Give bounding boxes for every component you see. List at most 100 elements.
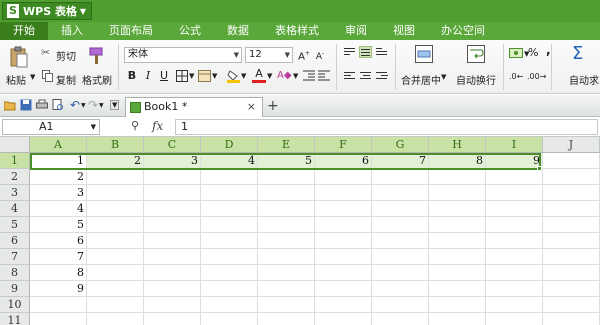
column-header-f[interactable]: F	[315, 137, 372, 153]
cell-h1[interactable]: 8	[429, 153, 486, 169]
cell-i1[interactable]: 9	[486, 153, 543, 169]
open-folder-icon[interactable]	[4, 99, 16, 111]
cell-e1[interactable]: 5	[258, 153, 315, 169]
currency-icon[interactable]	[509, 47, 523, 59]
cell-c2[interactable]	[144, 169, 201, 185]
italic-button[interactable]: I	[141, 69, 155, 83]
cell-h3[interactable]	[429, 185, 486, 201]
cell-i4[interactable]	[486, 201, 543, 217]
font-color-icon[interactable]: A	[252, 67, 266, 83]
cell-c9[interactable]	[144, 281, 201, 297]
align-top-icon[interactable]	[343, 46, 356, 58]
column-header-e[interactable]: E	[258, 137, 315, 153]
cell-j1[interactable]	[543, 153, 600, 169]
comma-button[interactable]: ,	[546, 43, 551, 57]
cell-f8[interactable]	[315, 265, 372, 281]
cell-g5[interactable]	[372, 217, 429, 233]
cell-c4[interactable]	[144, 201, 201, 217]
cell-f2[interactable]	[315, 169, 372, 185]
cell-f4[interactable]	[315, 201, 372, 217]
undo-icon[interactable]: ↶	[70, 98, 80, 112]
row-header-1[interactable]: 1	[0, 153, 30, 169]
cell-i5[interactable]	[486, 217, 543, 233]
print-preview-icon[interactable]	[52, 99, 64, 111]
zoom-magnifier-icon[interactable]: ⚲	[131, 119, 139, 132]
align-right-icon[interactable]	[375, 70, 388, 82]
cell-i10[interactable]	[486, 297, 543, 313]
tab-office-space[interactable]: 办公空间	[428, 22, 498, 40]
chevron-down-icon[interactable]: ▼	[293, 72, 298, 80]
fill-handle[interactable]	[537, 166, 542, 171]
row-header-3[interactable]: 3	[0, 185, 30, 201]
app-menu-button[interactable]: S WPS 表格 ▼	[2, 2, 92, 20]
cell-j11[interactable]	[543, 313, 600, 325]
column-header-b[interactable]: B	[87, 137, 144, 153]
cell-b8[interactable]	[87, 265, 144, 281]
tab-table-style[interactable]: 表格样式	[262, 22, 332, 40]
cell-i6[interactable]	[486, 233, 543, 249]
cell-d11[interactable]	[201, 313, 258, 325]
column-header-h[interactable]: H	[429, 137, 486, 153]
tab-view[interactable]: 视图	[380, 22, 428, 40]
cell-f9[interactable]	[315, 281, 372, 297]
name-box[interactable]: A1 ▼	[2, 119, 100, 135]
column-header-a[interactable]: A	[30, 137, 87, 153]
cell-j3[interactable]	[543, 185, 600, 201]
increase-decimal-icon[interactable]: .0←	[509, 72, 523, 81]
redo-icon[interactable]: ↷	[88, 98, 98, 112]
cell-c11[interactable]	[144, 313, 201, 325]
cell-h5[interactable]	[429, 217, 486, 233]
cell-c6[interactable]	[144, 233, 201, 249]
cell-g6[interactable]	[372, 233, 429, 249]
font-name-select[interactable]: 宋体 ▼	[124, 47, 242, 63]
cell-b2[interactable]	[87, 169, 144, 185]
tab-formulas[interactable]: 公式	[166, 22, 214, 40]
cell-a1[interactable]: 1	[30, 153, 87, 169]
tab-data[interactable]: 数据	[214, 22, 262, 40]
chevron-down-icon[interactable]: ▼	[212, 72, 217, 80]
align-middle-icon[interactable]	[359, 46, 372, 58]
cell-c7[interactable]	[144, 249, 201, 265]
cell-c3[interactable]	[144, 185, 201, 201]
cell-d1[interactable]: 4	[201, 153, 258, 169]
font-size-select[interactable]: 12 ▼	[245, 47, 293, 63]
row-header-9[interactable]: 9	[0, 281, 30, 297]
customize-toolbar-icon[interactable]: ▼	[110, 100, 120, 110]
formula-input[interactable]: 1	[175, 119, 598, 135]
cell-e8[interactable]	[258, 265, 315, 281]
column-header-i[interactable]: I	[486, 137, 543, 153]
row-header-4[interactable]: 4	[0, 201, 30, 217]
cell-i2[interactable]	[486, 169, 543, 185]
cell-c1[interactable]: 3	[144, 153, 201, 169]
decrease-decimal-icon[interactable]: .00→	[527, 72, 546, 81]
row-header-2[interactable]: 2	[0, 169, 30, 185]
cell-b3[interactable]	[87, 185, 144, 201]
align-center-icon[interactable]	[359, 70, 372, 82]
cell-f6[interactable]	[315, 233, 372, 249]
chevron-down-icon[interactable]: ▼	[241, 72, 246, 80]
cell-f7[interactable]	[315, 249, 372, 265]
tab-book1[interactable]: Book1 * ×	[125, 97, 263, 117]
cell-e10[interactable]	[258, 297, 315, 313]
cell-h11[interactable]	[429, 313, 486, 325]
cell-e9[interactable]	[258, 281, 315, 297]
cell-j8[interactable]	[543, 265, 600, 281]
row-header-6[interactable]: 6	[0, 233, 30, 249]
borders-icon[interactable]	[176, 70, 188, 82]
chevron-down-icon[interactable]: ▼	[524, 50, 529, 58]
cell-a10[interactable]	[30, 297, 87, 313]
cell-h9[interactable]	[429, 281, 486, 297]
cell-g11[interactable]	[372, 313, 429, 325]
column-header-j[interactable]: J	[543, 137, 600, 153]
tab-review[interactable]: 审阅	[332, 22, 380, 40]
row-header-11[interactable]: 11	[0, 313, 30, 325]
cell-j2[interactable]	[543, 169, 600, 185]
cell-h7[interactable]	[429, 249, 486, 265]
cell-a2[interactable]: 2	[30, 169, 87, 185]
cell-a4[interactable]: 4	[30, 201, 87, 217]
spreadsheet-grid[interactable]: A B C D E F G H I J 1 1 2 3 4 5 6 7 8 9 2 2 3 3 4 4 5 5 6 6 7 7 8 8 9 9 10 11	[0, 137, 600, 325]
cell-f1[interactable]: 6	[315, 153, 372, 169]
cell-b1[interactable]: 2	[87, 153, 144, 169]
cell-f11[interactable]	[315, 313, 372, 325]
cell-b7[interactable]	[87, 249, 144, 265]
